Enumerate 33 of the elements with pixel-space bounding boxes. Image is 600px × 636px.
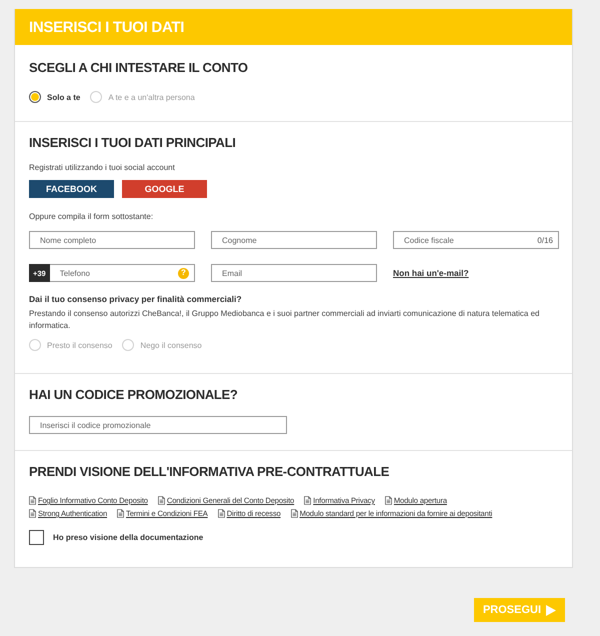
- page-title: INSERISCI I TUOI DATI: [29, 18, 184, 36]
- document-icon: [218, 509, 225, 518]
- text-input[interactable]: Nome completo: [29, 231, 195, 249]
- section-title: PRENDI VISIONE DELL'INFORMATIVA PRE-CONTRATTUALE: [29, 464, 390, 480]
- privacy-question: Dai il tuo consenso privacy per finalità commerciali?: [29, 294, 243, 304]
- social-login-button[interactable]: FACEBOOK: [29, 180, 114, 198]
- checkbox[interactable]: [29, 530, 44, 545]
- radio-label: Solo a te: [47, 92, 80, 102]
- section-title: INSERISCI I TUOI DATI PRINCIPALI: [29, 135, 237, 151]
- no-email-link[interactable]: Non hai un'e-mail?: [393, 268, 469, 278]
- text-input[interactable]: Email: [211, 264, 377, 282]
- form-prompt: Oppure compila il form sottostante:: [29, 211, 154, 223]
- document-icon: [304, 496, 312, 505]
- text-input[interactable]: Cognome: [211, 231, 377, 249]
- document-icon: [158, 496, 165, 505]
- radio-label: A te e a un'altra persona: [108, 92, 195, 102]
- document-icon: [29, 509, 36, 518]
- document-icon: [290, 509, 298, 518]
- section-title: HAI UN CODICE PROMOZIONALE?: [29, 387, 239, 403]
- character-counter: 0/16: [537, 234, 553, 246]
- document-icon: [384, 496, 392, 505]
- promo-code-input[interactable]: Inserisci il codice promozionale: [29, 416, 287, 434]
- radio-button[interactable]: [29, 91, 41, 103]
- radio-label: Presto il consenso: [47, 340, 112, 350]
- radio-label: Nego il consenso: [140, 340, 202, 350]
- triangle-icon: [546, 604, 556, 616]
- social-login-button[interactable]: GOOGLE: [122, 180, 207, 198]
- section-title: SCEGLI A CHI INTESTARE IL CONTO: [29, 60, 249, 76]
- social-prompt: Registrati utilizzando i tuoi social account: [29, 162, 176, 174]
- privacy-text: Prestando il consenso autorizzi CheBanca!, il Gruppo Mediobanca e i suoi partner commerciali ad inviarti comunicazione di natura telematica ed informatica.: [29, 308, 540, 332]
- document-icon: [29, 496, 36, 505]
- document-icon: [117, 509, 124, 518]
- checkbox-label: Ho preso visione della documentazione: [53, 533, 204, 542]
